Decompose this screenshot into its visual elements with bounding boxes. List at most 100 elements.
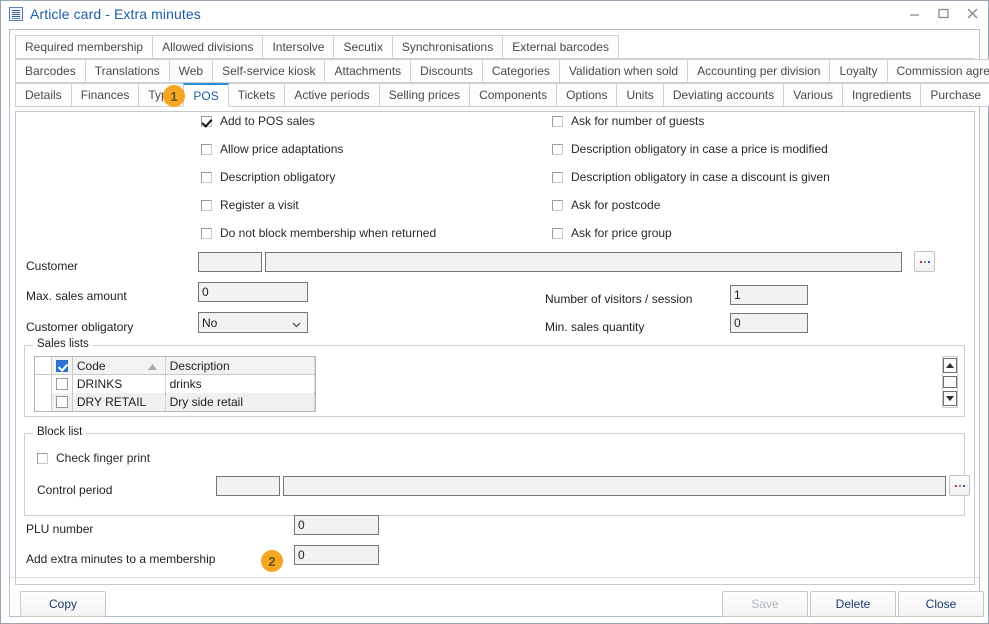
tab-synchronisations[interactable]: Synchronisations: [392, 35, 503, 59]
tab-self-service-kiosk[interactable]: Self-service kiosk: [212, 59, 325, 83]
control-period-browse-button[interactable]: [949, 475, 970, 496]
control-period-code-field[interactable]: [216, 476, 280, 496]
scrollbar-thumb[interactable]: [943, 376, 957, 388]
tab-label: Secutix: [343, 40, 382, 54]
check-finger-print-row[interactable]: Check finger print: [37, 451, 150, 465]
checkbox-description-obligatory-in-case-a-discount-is-given[interactable]: [552, 172, 563, 183]
tab-translations[interactable]: Translations: [85, 59, 170, 83]
tab-deviating-accounts[interactable]: Deviating accounts: [663, 83, 784, 107]
option-row-register-a-visit[interactable]: Register a visit: [201, 198, 299, 212]
checkbox-register-a-visit[interactable]: [201, 200, 212, 211]
column-header-code[interactable]: Code: [73, 357, 166, 374]
scroll-down-icon[interactable]: [943, 391, 957, 406]
tab-label: Categories: [492, 64, 550, 78]
option-row-add-to-pos-sales[interactable]: Add to POS sales: [201, 114, 315, 128]
row-select-cell[interactable]: [35, 375, 52, 393]
tab-pos[interactable]: POS: [183, 83, 228, 107]
checkbox-ask-for-price-group[interactable]: [552, 228, 563, 239]
tab-accounting-per-division[interactable]: Accounting per division: [687, 59, 830, 83]
option-row-description-obligatory-in-case-a-discount-is-given[interactable]: Description obligatory in case a discoun…: [552, 170, 830, 184]
maximize-icon[interactable]: [934, 4, 953, 23]
plu-number-field[interactable]: 0: [294, 515, 379, 535]
tab-categories[interactable]: Categories: [482, 59, 560, 83]
tab-selling-prices[interactable]: Selling prices: [379, 83, 470, 107]
option-row-ask-for-price-group[interactable]: Ask for price group: [552, 226, 672, 240]
table-row[interactable]: DRY RETAILDry side retail: [35, 393, 315, 411]
tab-details[interactable]: Details: [15, 83, 72, 107]
option-row-do-not-block-membership-when-returned[interactable]: Do not block membership when returned: [201, 226, 436, 240]
tab-intersolve[interactable]: Intersolve: [262, 35, 334, 59]
customer-code-field[interactable]: [198, 252, 262, 272]
checkbox-description-obligatory[interactable]: [201, 172, 212, 183]
chevron-down-icon: [292, 318, 301, 327]
customer-browse-button[interactable]: [914, 251, 935, 272]
control-period-name-field[interactable]: [283, 476, 946, 496]
tab-options[interactable]: Options: [556, 83, 617, 107]
table-body: DRINKSdrinksDRY RETAILDry side retail: [35, 375, 315, 411]
copy-button[interactable]: Copy: [20, 591, 106, 617]
checkbox-add-to-pos-sales[interactable]: [201, 116, 212, 127]
column-header-description[interactable]: Description: [166, 357, 315, 374]
tab-required-membership[interactable]: Required membership: [15, 35, 153, 59]
tab-label: Discounts: [420, 64, 473, 78]
minimize-icon[interactable]: [905, 4, 924, 23]
tab-loyalty[interactable]: Loyalty: [829, 59, 887, 83]
min-sales-quantity-label: Min. sales quantity: [545, 320, 644, 334]
tab-allowed-divisions[interactable]: Allowed divisions: [152, 35, 263, 59]
tab-external-barcodes[interactable]: External barcodes: [502, 35, 619, 59]
checkbox-ask-for-number-of-guests[interactable]: [552, 116, 563, 127]
close-button[interactable]: Close: [898, 591, 984, 617]
customer-obligatory-select[interactable]: No: [198, 312, 308, 333]
article-card-window: Article card - Extra minutes Required me…: [0, 0, 989, 624]
header-checkbox-cell[interactable]: [52, 357, 73, 374]
option-row-ask-for-number-of-guests[interactable]: Ask for number of guests: [552, 114, 704, 128]
add-extra-minutes-field[interactable]: 0: [294, 545, 379, 565]
max-sales-amount-field[interactable]: 0: [198, 282, 308, 302]
visitors-field[interactable]: 1: [730, 285, 808, 305]
tab-units[interactable]: Units: [616, 83, 663, 107]
option-row-description-obligatory[interactable]: Description obligatory: [201, 170, 335, 184]
table-row[interactable]: DRINKSdrinks: [35, 375, 315, 393]
tab-active-periods[interactable]: Active periods: [284, 83, 379, 107]
save-button[interactable]: Save: [722, 591, 808, 617]
tab-ingredients[interactable]: Ingredients: [842, 83, 921, 107]
checkbox-ask-for-postcode[interactable]: [552, 200, 563, 211]
row-select-cell[interactable]: [35, 393, 52, 411]
close-icon[interactable]: [963, 4, 982, 23]
tab-validation-when-sold[interactable]: Validation when sold: [559, 59, 688, 83]
customer-name-field[interactable]: [265, 252, 902, 272]
tab-various[interactable]: Various: [783, 83, 843, 107]
tab-discounts[interactable]: Discounts: [410, 59, 483, 83]
checkbox-do-not-block-membership-when-returned[interactable]: [201, 228, 212, 239]
row-checkbox[interactable]: [56, 396, 68, 408]
check-finger-print-checkbox[interactable]: [37, 453, 48, 464]
delete-button[interactable]: Delete: [810, 591, 896, 617]
tab-commission-agreement[interactable]: Commission agreement: [887, 59, 989, 83]
select-all-checkbox[interactable]: [56, 360, 68, 372]
row-checkbox-cell[interactable]: [52, 393, 73, 411]
tab-barcodes[interactable]: Barcodes: [15, 59, 86, 83]
option-row-allow-price-adaptations[interactable]: Allow price adaptations: [201, 142, 343, 156]
option-row-description-obligatory-in-case-a-price-is-modified[interactable]: Description obligatory in case a price i…: [552, 142, 828, 156]
checkbox-allow-price-adaptations[interactable]: [201, 144, 212, 155]
option-row-ask-for-postcode[interactable]: Ask for postcode: [552, 198, 660, 212]
tab-web[interactable]: Web: [169, 59, 213, 83]
scroll-up-icon[interactable]: [943, 358, 957, 373]
sales-lists-table: Code Description DRINKSdrinksDRY RETAILD…: [34, 356, 316, 412]
tab-components[interactable]: Components: [469, 83, 557, 107]
row-checkbox-cell[interactable]: [52, 375, 73, 393]
tab-secutix[interactable]: Secutix: [333, 35, 392, 59]
window-controls: [905, 4, 982, 23]
row-checkbox[interactable]: [56, 378, 68, 390]
step-badge-2: 2: [261, 550, 283, 572]
tab-attachments[interactable]: Attachments: [324, 59, 411, 83]
tab-tickets[interactable]: Tickets: [228, 83, 286, 107]
tab-finances[interactable]: Finances: [71, 83, 140, 107]
sales-lists-scrollbar[interactable]: [942, 356, 958, 408]
tab-row-2: BarcodesTranslationsWebSelf-service kios…: [15, 59, 975, 83]
tab-label: Selling prices: [389, 88, 460, 102]
min-sales-quantity-field[interactable]: 0: [730, 313, 808, 333]
footer-divider: [10, 577, 979, 578]
checkbox-description-obligatory-in-case-a-price-is-modified[interactable]: [552, 144, 563, 155]
tab-purchase[interactable]: Purchase: [920, 83, 989, 107]
